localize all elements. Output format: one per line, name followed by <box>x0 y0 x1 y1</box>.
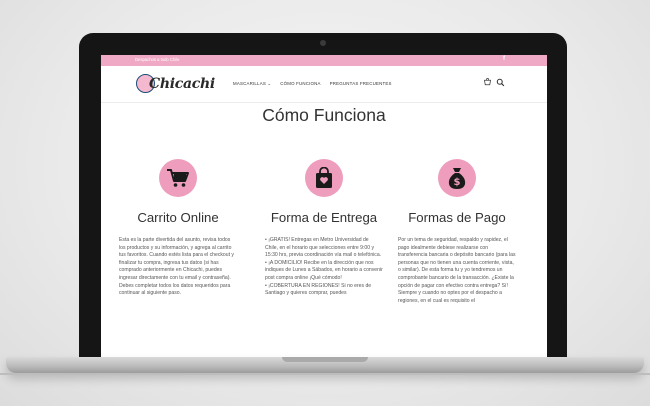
feature-icon-circle <box>159 159 197 197</box>
cart-icon[interactable] <box>483 78 492 87</box>
nav-item-mascarillas[interactable]: MASCARILLAS ⌄ <box>233 81 271 87</box>
nav-item-preguntas-frecuentes[interactable]: PREGUNTAS FRECUENTES <box>330 81 392 87</box>
feature-title: Forma de Entrega <box>270 210 378 225</box>
money-bag-icon: $ <box>448 168 466 189</box>
site-header: Chicachi MASCARILLAS ⌄ CÓMO FUNCIONA PRE… <box>101 66 547 103</box>
feature-description: Por un tema de seguridad, respaldo y rap… <box>398 237 516 304</box>
site-logo[interactable]: Chicachi <box>136 73 216 97</box>
feature-icon-circle <box>305 159 343 197</box>
shopping-bag-heart-icon <box>316 167 332 188</box>
page-title: Cómo Funciona <box>262 105 386 125</box>
laptop-screen: Despachos a todo Chile f Chicachi MASCAR… <box>101 55 547 357</box>
svg-text:$: $ <box>454 177 461 188</box>
feature-carrito: Carrito Online Esta es la parte divertid… <box>119 159 237 298</box>
shipping-message: Despachos a todo Chile <box>135 57 180 62</box>
laptop-base <box>6 357 644 373</box>
facebook-icon[interactable]: f <box>503 56 505 62</box>
feature-title: Formas de Pago <box>408 210 506 225</box>
search-icon[interactable] <box>496 78 505 87</box>
feature-title: Carrito Online <box>137 210 219 225</box>
main-menu: MASCARILLAS ⌄ CÓMO FUNCIONA PREGUNTAS FR… <box>233 81 392 87</box>
laptop-notch <box>282 357 368 362</box>
list-item: • ¡COBERTURA EN REGIONES! Si no eres de … <box>265 282 372 297</box>
brand-name: Chicachi <box>149 76 215 92</box>
laptop-shadow <box>0 373 650 375</box>
top-bar: Despachos a todo Chile f <box>101 55 547 66</box>
nav-item-como-funciona[interactable]: CÓMO FUNCIONA <box>280 81 320 87</box>
feature-entrega: Forma de Entrega • ¡GRATIS! Entregas en … <box>265 159 383 298</box>
delivery-options: • ¡GRATIS! Entregas en Metro Universidad… <box>265 237 383 298</box>
list-item: • ¡A DOMICILIO! Recibe en la dirección q… <box>265 259 383 281</box>
feature-description: Esta es la parte divertida del asunto, r… <box>119 237 234 297</box>
webcam-icon <box>320 40 326 46</box>
feature-icon-circle: $ <box>438 159 476 197</box>
feature-pago: $ Formas de Pago Por un tema de segurida… <box>398 159 516 305</box>
shopping-cart-icon <box>167 169 189 187</box>
list-item: • ¡GRATIS! Entregas en Metro Universidad… <box>265 237 382 259</box>
